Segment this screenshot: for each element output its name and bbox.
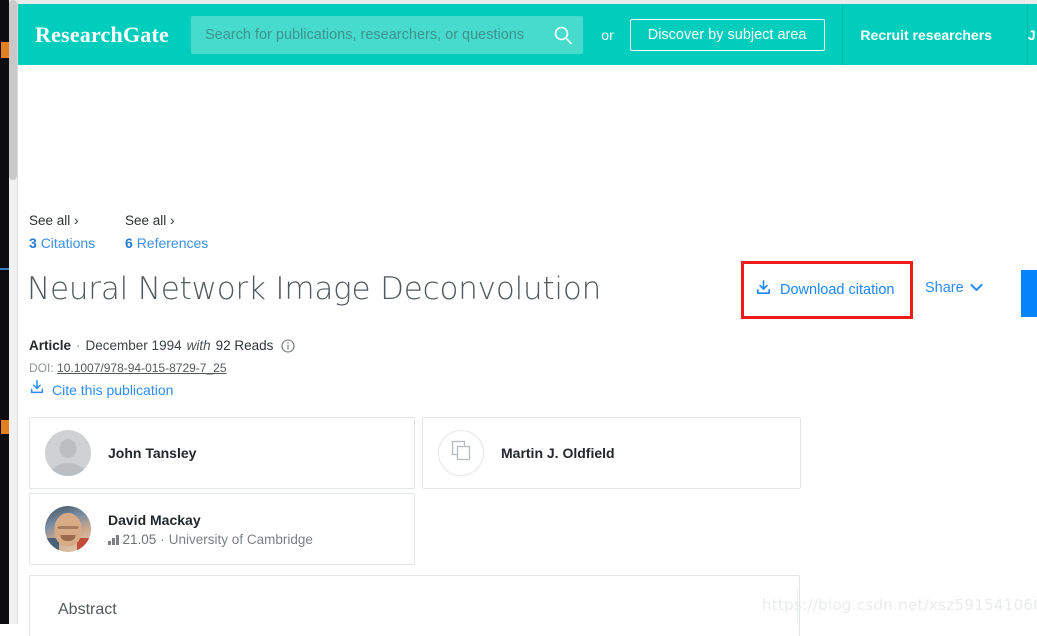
citations-count-link[interactable]: 3 Citations bbox=[29, 235, 95, 251]
citations-count: 3 bbox=[29, 235, 37, 251]
bg-line bbox=[0, 268, 9, 270]
publication-date: December 1994 bbox=[85, 338, 182, 353]
meta-with-label: with bbox=[186, 338, 211, 353]
avatar bbox=[45, 506, 91, 552]
citations-group[interactable]: See all › 3 Citations bbox=[29, 213, 95, 251]
doi-label: DOI: bbox=[29, 361, 54, 375]
avatar bbox=[45, 430, 91, 476]
publication-action-row: See all › 3 Citations See all › 6 Refere… bbox=[17, 205, 1037, 319]
abstract-title: Abstract bbox=[58, 601, 117, 618]
references-label: References bbox=[136, 235, 209, 251]
author-card[interactable]: David Mackay 21.05 · University of Cambr… bbox=[29, 493, 415, 565]
info-icon[interactable] bbox=[281, 338, 295, 353]
references-see-all-label[interactable]: See all › bbox=[125, 213, 208, 228]
copy-placeholder-icon bbox=[448, 438, 474, 469]
background-window-strip bbox=[0, 0, 9, 624]
scrollbar-thumb[interactable] bbox=[9, 0, 17, 180]
share-label: Share bbox=[925, 280, 964, 296]
citations-label: Citations bbox=[40, 235, 96, 251]
author-card[interactable]: John Tansley bbox=[29, 417, 415, 489]
abstract-section: Abstract bbox=[29, 575, 800, 636]
publication-meta: Article · December 1994 with 92 Reads bbox=[29, 338, 295, 353]
rg-score-icon bbox=[108, 534, 119, 545]
cite-this-publication-button[interactable]: Cite this publication bbox=[29, 379, 173, 400]
share-button[interactable]: Share bbox=[925, 279, 983, 297]
references-count: 6 bbox=[125, 235, 133, 251]
header-top-edge bbox=[17, 0, 1037, 4]
page-title: Neural Network Image Deconvolution bbox=[27, 271, 602, 307]
citations-see-all-label[interactable]: See all › bbox=[29, 213, 95, 228]
download-icon bbox=[755, 279, 772, 301]
primary-action-button[interactable] bbox=[1021, 270, 1037, 317]
author-info: Martin J. Oldfield bbox=[501, 445, 615, 461]
site-header: ResearchGate or Discover by subject area… bbox=[17, 4, 1037, 65]
chevron-down-icon bbox=[970, 279, 983, 297]
download-citation-label: Download citation bbox=[780, 282, 895, 298]
author-name: David Mackay bbox=[108, 511, 201, 528]
author-affiliation: University of Cambridge bbox=[168, 531, 313, 547]
cite-this-publication-label: Cite this publication bbox=[52, 381, 174, 398]
download-citation-button[interactable]: Download citation bbox=[755, 279, 894, 301]
page-scrollbar[interactable] bbox=[9, 0, 18, 624]
author-metrics: 21.05 · University of Cambridge bbox=[108, 532, 313, 547]
author-info: David Mackay 21.05 · University of Cambr… bbox=[108, 512, 313, 547]
avatar bbox=[438, 430, 484, 476]
bg-accent-block bbox=[1, 42, 9, 58]
download-icon bbox=[29, 379, 45, 400]
join-for-free-link[interactable]: J bbox=[1028, 27, 1037, 43]
rg-score-value: 21.05 bbox=[122, 531, 157, 547]
publication-type: Article bbox=[29, 338, 72, 353]
references-group[interactable]: See all › 6 References bbox=[125, 213, 208, 251]
discover-by-subject-area-button[interactable]: Discover by subject area bbox=[629, 18, 825, 51]
header-or-label: or bbox=[601, 26, 614, 43]
researchgate-logo[interactable]: ResearchGate bbox=[35, 22, 169, 48]
publication-reads: 92 Reads bbox=[215, 338, 274, 353]
author-name: Martin J. Oldfield bbox=[501, 445, 615, 461]
search-input[interactable] bbox=[190, 15, 544, 54]
recruit-researchers-link[interactable]: Recruit researchers bbox=[842, 27, 1010, 43]
author-card[interactable]: Martin J. Oldfield bbox=[422, 417, 801, 489]
bg-accent-block bbox=[1, 420, 9, 434]
metrics-separator: · bbox=[160, 531, 165, 547]
search-bar[interactable] bbox=[190, 15, 584, 54]
references-count-link[interactable]: 6 References bbox=[125, 235, 208, 251]
doi-line: DOI: 10.1007/978-94-015-8729-7_25 bbox=[29, 361, 227, 375]
publication-page-content: See all › 3 Citations See all › 6 Refere… bbox=[17, 65, 1037, 636]
author-name: John Tansley bbox=[108, 445, 197, 461]
watermark: https://blog.csdn.net/xsz591541060 bbox=[762, 596, 1037, 614]
doi-link[interactable]: 10.1007/978-94-015-8729-7_25 bbox=[57, 361, 226, 375]
meta-separator: · bbox=[76, 338, 81, 353]
author-info: John Tansley bbox=[108, 445, 196, 461]
search-icon[interactable] bbox=[543, 16, 583, 54]
